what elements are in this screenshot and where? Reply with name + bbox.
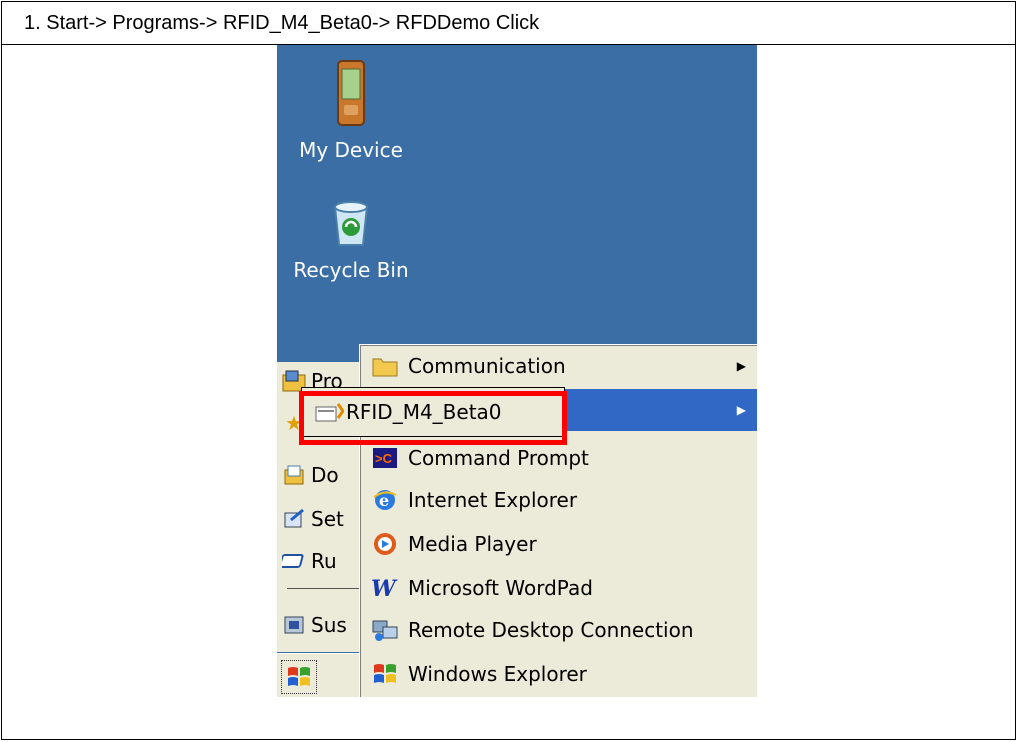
start-menu-item-suspend[interactable]: Sus bbox=[281, 608, 347, 642]
internet-explorer-icon: e bbox=[370, 485, 400, 515]
start-menu-item-label: Sus bbox=[311, 613, 347, 637]
submenu-arrow-icon: ▶ bbox=[736, 359, 746, 373]
highlight-box bbox=[299, 391, 567, 445]
run-icon bbox=[281, 548, 307, 574]
svg-text:W: W bbox=[371, 576, 398, 600]
remote-desktop-icon bbox=[370, 615, 400, 645]
settings-icon bbox=[281, 506, 307, 532]
programs-item-label: Communication bbox=[408, 354, 566, 378]
programs-item-windows-explorer[interactable]: Windows Explorer bbox=[360, 653, 757, 695]
programs-item-label: Command Prompt bbox=[408, 446, 589, 470]
desktop-icon-my-device[interactable]: My Device bbox=[277, 59, 431, 162]
pda-device-icon bbox=[337, 60, 365, 126]
windows-flag-icon bbox=[288, 667, 310, 686]
start-menu-item-label: Do bbox=[311, 463, 339, 487]
instruction-caption: 1. Start-> Programs-> RFID_M4_Beta0-> RF… bbox=[24, 12, 540, 34]
programs-item-internet-explorer[interactable]: e Internet Explorer bbox=[360, 479, 757, 521]
programs-item-label: Media Player bbox=[408, 532, 537, 556]
suspend-icon bbox=[281, 612, 307, 638]
programs-item-label: Windows Explorer bbox=[408, 662, 587, 686]
desktop-icon-label: Recycle Bin bbox=[293, 258, 409, 282]
windows-explorer-icon bbox=[370, 659, 400, 689]
programs-item-label: Microsoft WordPad bbox=[408, 576, 593, 600]
desktop-icon-label: My Device bbox=[299, 138, 403, 162]
wordpad-icon: W bbox=[370, 573, 400, 603]
programs-item-communication[interactable]: Communication ▶ bbox=[360, 345, 757, 387]
folder-icon bbox=[370, 351, 400, 381]
start-menu-item-documents[interactable]: Do bbox=[281, 458, 339, 492]
programs-item-remote-desktop[interactable]: Remote Desktop Connection bbox=[360, 609, 757, 651]
programs-item-media-player[interactable]: Media Player bbox=[360, 523, 757, 565]
start-menu-item-run[interactable]: Ru bbox=[281, 544, 337, 578]
start-menu-item-label: Ru bbox=[311, 549, 337, 573]
desktop-icon-recycle-bin[interactable]: Recycle Bin bbox=[277, 199, 431, 282]
start-button[interactable] bbox=[281, 660, 317, 694]
programs-item-label: Remote Desktop Connection bbox=[408, 618, 694, 642]
device-screen: My Device Recycle Bin Pro ★ Fa Do bbox=[277, 45, 757, 697]
programs-item-wordpad[interactable]: W Microsoft WordPad bbox=[360, 567, 757, 609]
start-menu-separator bbox=[287, 588, 367, 589]
command-prompt-icon: >C bbox=[370, 443, 400, 473]
programs-item-label: Internet Explorer bbox=[408, 488, 578, 512]
start-menu-item-settings[interactable]: Set bbox=[281, 502, 344, 536]
submenu-arrow-icon: ▶ bbox=[736, 403, 746, 417]
svg-text:>C: >C bbox=[375, 451, 393, 466]
recycle-bin-icon bbox=[333, 201, 369, 246]
documents-icon bbox=[281, 462, 307, 488]
start-menu-item-label: Set bbox=[311, 507, 344, 531]
caption-row: 1. Start-> Programs-> RFID_M4_Beta0-> RF… bbox=[2, 2, 1015, 45]
media-player-icon bbox=[370, 529, 400, 559]
